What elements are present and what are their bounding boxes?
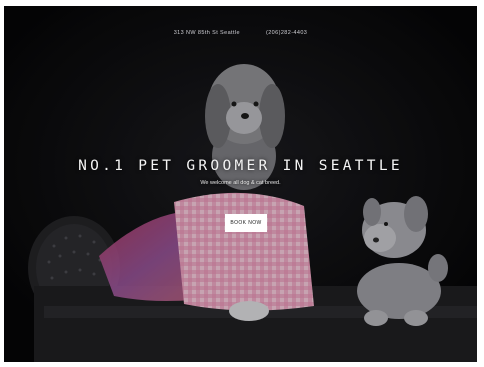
hero-subline: We welcome all dog & cat breed. <box>200 180 281 186</box>
top-contact-bar: 313 NW 85th St Seattle (206)282-4403 <box>4 30 477 36</box>
hero-headline: NO.1 PET GROOMER IN SEATTLE <box>78 158 403 174</box>
address-link[interactable]: 313 NW 85th St Seattle <box>174 30 240 36</box>
hero-section: 313 NW 85th St Seattle (206)282-4403 NO.… <box>4 6 477 362</box>
phone-link[interactable]: (206)282-4403 <box>266 30 307 36</box>
book-now-button[interactable]: BOOK NOW <box>225 214 267 232</box>
